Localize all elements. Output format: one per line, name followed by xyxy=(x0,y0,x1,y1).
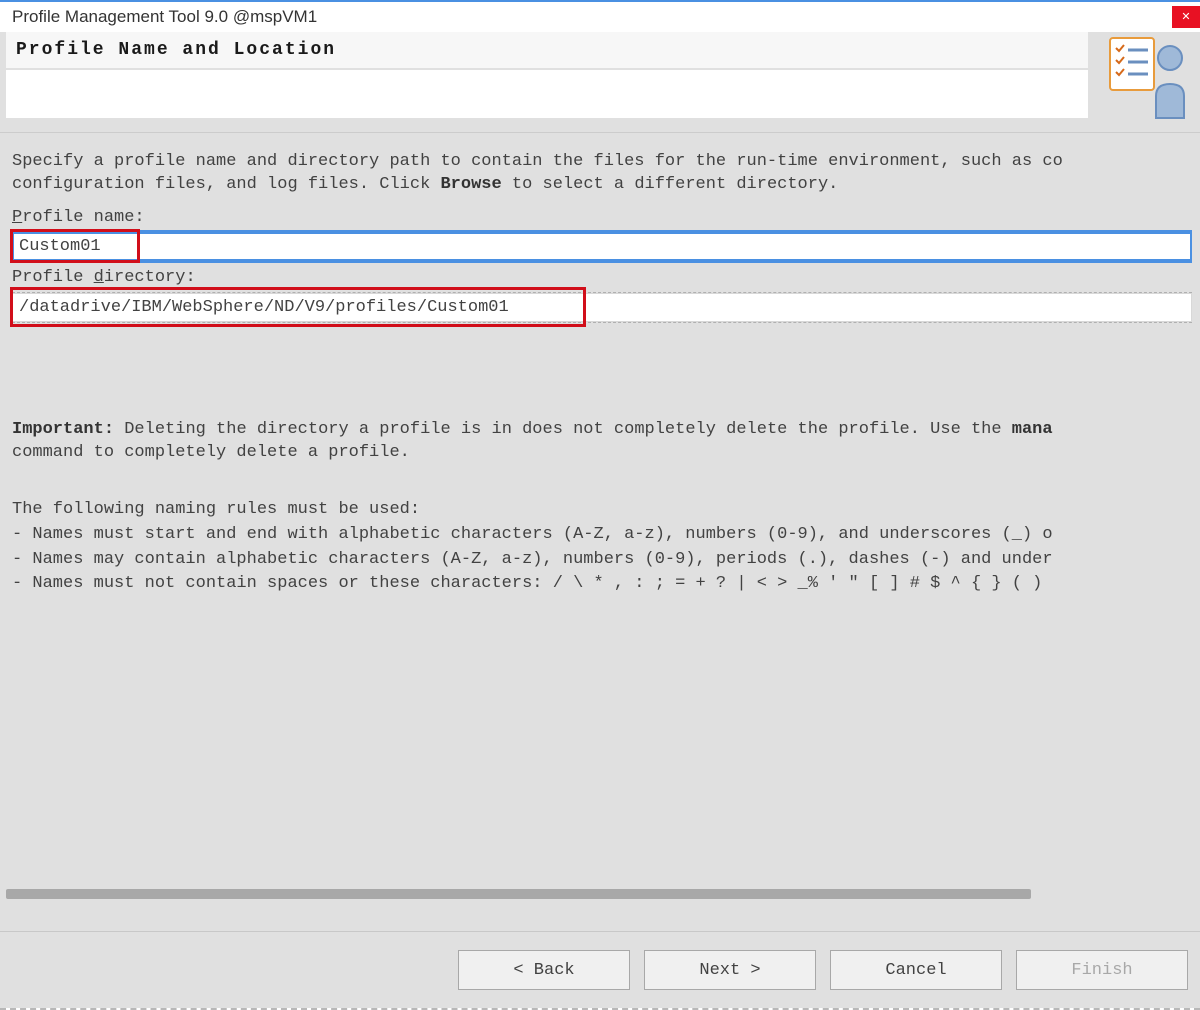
wizard-header: Profile Name and Location xyxy=(0,32,1200,132)
finish-button: Finish xyxy=(1016,950,1188,990)
rule-item: - Names must not contain spaces or these… xyxy=(12,573,1192,596)
profile-directory-input[interactable] xyxy=(12,293,1192,322)
cancel-button[interactable]: Cancel xyxy=(830,950,1002,990)
important-note: Important: Deleting the directory a prof… xyxy=(12,419,1192,465)
profile-name-input[interactable] xyxy=(12,232,1192,261)
wizard-content: Specify a profile name and directory pat… xyxy=(0,132,1200,931)
naming-rules: The following naming rules must be used:… xyxy=(12,499,1192,597)
wizard-header-icon xyxy=(1104,30,1194,120)
intro-text: Specify a profile name and directory pat… xyxy=(12,151,1192,197)
next-button[interactable]: Next > xyxy=(644,950,816,990)
back-button[interactable]: < Back xyxy=(458,950,630,990)
profile-name-label: Profile name: xyxy=(12,207,1192,230)
window-title: Profile Management Tool 9.0 @mspVM1 xyxy=(12,7,317,27)
rule-item: - Names must start and end with alphabet… xyxy=(12,524,1192,547)
profile-directory-label: Profile directory: xyxy=(12,267,1192,290)
wizard-window: Profile Management Tool 9.0 @mspVM1 ✕ Pr… xyxy=(0,0,1200,1010)
close-icon: ✕ xyxy=(1181,12,1190,23)
wizard-button-bar: < Back Next > Cancel Finish xyxy=(0,931,1200,1008)
horizontal-scrollbar[interactable] xyxy=(6,889,1031,899)
page-title: Profile Name and Location xyxy=(16,40,336,60)
rule-item: - Names may contain alphabetic character… xyxy=(12,549,1192,572)
close-button[interactable]: ✕ xyxy=(1172,6,1200,28)
title-bar: Profile Management Tool 9.0 @mspVM1 ✕ xyxy=(0,2,1200,32)
